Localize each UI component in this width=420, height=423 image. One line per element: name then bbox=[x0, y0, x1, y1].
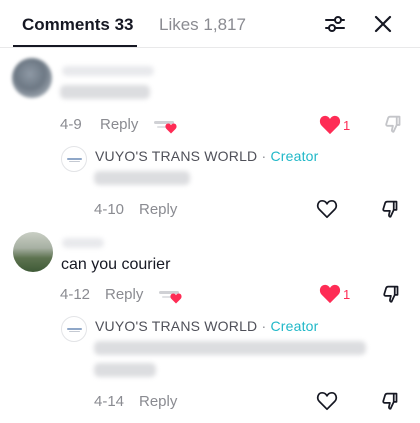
tab-likes-count: 1,817 bbox=[203, 15, 246, 34]
avatar[interactable] bbox=[12, 58, 52, 98]
reply-date: 4-14 bbox=[94, 393, 125, 410]
tab-comments-label: Comments bbox=[22, 15, 110, 34]
heart-icon bbox=[170, 293, 182, 304]
tab-comments-count: 33 bbox=[114, 15, 134, 34]
name-separator: · bbox=[261, 148, 267, 164]
thumbs-down-icon bbox=[382, 392, 398, 410]
reply-button[interactable]: Reply bbox=[100, 116, 138, 134]
heart-filled-icon bbox=[319, 284, 341, 304]
active-tab-indicator bbox=[13, 45, 137, 47]
creator-avatar[interactable] bbox=[61, 146, 87, 172]
blurred-username bbox=[62, 66, 154, 76]
like-count: 1 bbox=[343, 287, 351, 302]
dislike-button[interactable] bbox=[381, 283, 403, 305]
blurred-reply-text bbox=[94, 363, 156, 377]
dislike-button[interactable] bbox=[383, 113, 405, 135]
comment-date: 4-12 bbox=[60, 286, 91, 303]
creator-liked-badge bbox=[159, 287, 185, 307]
reply-button[interactable]: Reply bbox=[139, 201, 177, 219]
tab-likes-label: Likes bbox=[159, 15, 199, 34]
name-separator: · bbox=[261, 318, 267, 334]
creator-name[interactable]: VUYO'S TRANS WORLD bbox=[95, 318, 257, 334]
heart-filled-icon bbox=[319, 115, 341, 135]
like-button[interactable] bbox=[316, 199, 338, 219]
creator-name[interactable]: VUYO'S TRANS WORLD bbox=[95, 148, 257, 164]
close-icon[interactable] bbox=[371, 12, 395, 36]
blurred-username bbox=[62, 238, 104, 248]
comment-text: can you courier bbox=[61, 256, 171, 273]
like-button[interactable] bbox=[319, 284, 341, 304]
creator-name-line: VUYO'S TRANS WORLD · Creator bbox=[95, 147, 319, 165]
reply-button[interactable]: Reply bbox=[105, 286, 143, 304]
heart-outline-icon bbox=[316, 391, 338, 411]
thumbs-down-icon bbox=[383, 285, 399, 303]
heart-icon bbox=[165, 123, 177, 134]
blurred-reply-text bbox=[94, 171, 190, 185]
creator-liked-badge bbox=[154, 117, 180, 137]
dislike-button[interactable] bbox=[380, 390, 402, 412]
tab-likes[interactable]: Likes 1,817 bbox=[159, 14, 246, 36]
heart-outline-icon bbox=[316, 199, 338, 219]
like-button[interactable] bbox=[316, 391, 338, 411]
comment-date: 4-9 bbox=[60, 116, 82, 133]
comments-header: Comments 33 Likes 1,817 bbox=[0, 0, 420, 48]
avatar[interactable] bbox=[13, 232, 53, 272]
thumbs-down-icon bbox=[382, 200, 398, 218]
dislike-button[interactable] bbox=[380, 198, 402, 220]
tab-comments[interactable]: Comments 33 bbox=[22, 14, 134, 36]
creator-badge: Creator bbox=[270, 148, 319, 164]
filter-sliders-icon[interactable] bbox=[323, 12, 347, 36]
creator-name-line: VUYO'S TRANS WORLD · Creator bbox=[95, 317, 319, 335]
reply-date: 4-10 bbox=[94, 201, 125, 218]
reply-button[interactable]: Reply bbox=[139, 393, 177, 411]
like-button[interactable] bbox=[319, 115, 341, 135]
like-count: 1 bbox=[343, 118, 351, 133]
thumbs-down-icon bbox=[385, 115, 401, 133]
blurred-reply-text bbox=[94, 341, 366, 355]
creator-badge: Creator bbox=[270, 318, 319, 334]
creator-avatar[interactable] bbox=[61, 316, 87, 342]
blurred-comment-text bbox=[60, 85, 150, 99]
